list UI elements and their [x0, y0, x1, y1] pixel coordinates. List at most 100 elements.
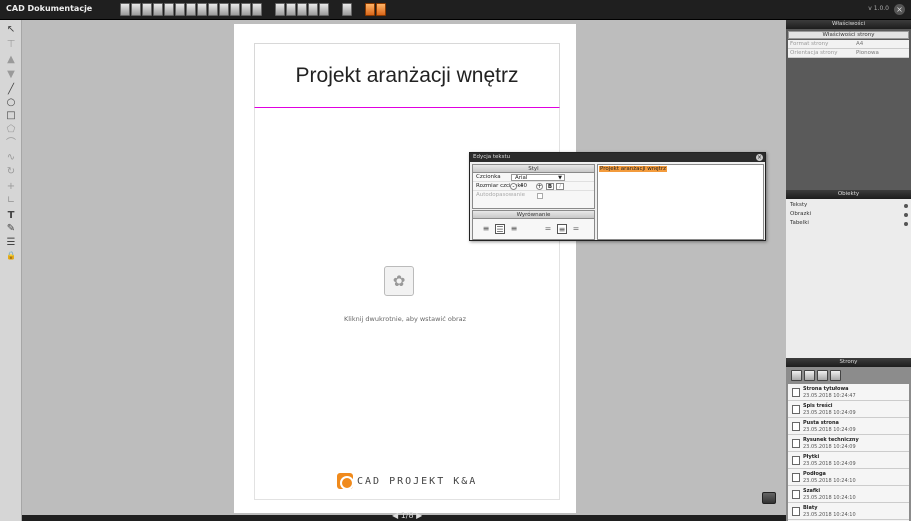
page-navigator[interactable]: ◀ 1/8 ▶: [392, 511, 422, 520]
list-item[interactable]: Pusta strona 23.05.2018 10:24:09: [788, 418, 909, 435]
font-select[interactable]: Arial ▼: [511, 174, 565, 181]
zoom-in-icon[interactable]: [275, 3, 285, 16]
valign-bottom-icon[interactable]: =: [571, 224, 581, 234]
layers-tool-icon[interactable]: ☰: [5, 237, 17, 249]
delete-page-icon[interactable]: [817, 370, 828, 381]
select-tool-icon[interactable]: ↖: [5, 24, 17, 36]
copy-icon[interactable]: [197, 3, 207, 16]
polygon-tool-icon[interactable]: ⬠: [5, 124, 17, 136]
size-decrease-button[interactable]: -: [510, 183, 517, 190]
prop-row-orientation[interactable]: Orientacja strony Pionowa: [788, 49, 909, 58]
zoom-out-icon[interactable]: [286, 3, 296, 16]
align-center-icon[interactable]: ☰: [495, 224, 505, 234]
image-placeholder-icon[interactable]: ✿: [384, 266, 414, 296]
add-page-icon[interactable]: [791, 370, 802, 381]
dimension-tool-icon[interactable]: ∟: [5, 195, 17, 207]
list-item[interactable]: Rysunek techniczny 23.05.2018 10:24:09: [788, 435, 909, 452]
circle-tool-icon[interactable]: ○: [5, 97, 17, 109]
brush-tool-icon[interactable]: ✎: [5, 223, 17, 235]
grid-icon[interactable]: [297, 3, 307, 16]
settings-icon[interactable]: [319, 3, 329, 16]
group-icon[interactable]: [230, 3, 240, 16]
page-name: Podłoga: [803, 471, 826, 477]
title-text-frame[interactable]: Projekt aranżacji wnętrz: [254, 43, 560, 108]
preview-icon[interactable]: [376, 3, 386, 16]
document-page[interactable]: Projekt aranżacji wnętrz ✿ Kliknij dwukr…: [234, 24, 576, 513]
page-date: 23.05.2018 10:24:47: [803, 393, 856, 399]
lock-tool-icon[interactable]: 🔒: [5, 250, 17, 262]
status-bar: ◀ 1/8 ▶: [22, 511, 786, 521]
italic-button[interactable]: I: [556, 183, 564, 190]
size-increase-button[interactable]: +: [536, 183, 543, 190]
open-icon[interactable]: [131, 3, 141, 16]
style-section: Styl Czcionka Arial ▼ Rozmiar czcionki -…: [472, 164, 595, 209]
ungroup-icon[interactable]: [241, 3, 251, 16]
list-item[interactable]: Podłoga 23.05.2018 10:24:10: [788, 469, 909, 486]
prop-value[interactable]: A4: [856, 40, 863, 49]
rotate-tool-icon[interactable]: ↻: [5, 166, 17, 178]
selected-text[interactable]: Projekt aranżacji wnętrz: [599, 166, 667, 172]
valign-top-icon[interactable]: =: [543, 224, 553, 234]
prop-value[interactable]: Pionowa: [856, 49, 879, 58]
page-icon: [792, 388, 800, 397]
autofit-checkbox[interactable]: [537, 193, 543, 199]
new-document-icon[interactable]: [120, 3, 130, 16]
arc-tool-icon[interactable]: ⌒: [5, 138, 17, 150]
move-up-tool-icon[interactable]: ▲: [5, 54, 17, 66]
dialog-settings: Styl Czcionka Arial ▼ Rozmiar czcionki -…: [472, 164, 595, 240]
curve-tool-icon[interactable]: ∿: [5, 152, 17, 164]
text-edit-area[interactable]: Projekt aranżacji wnętrz: [597, 164, 764, 240]
redo-icon[interactable]: [175, 3, 185, 16]
object-item-images[interactable]: Obrazki: [790, 211, 811, 217]
grid-toggle-icon[interactable]: [762, 492, 776, 504]
close-window-icon[interactable]: ×: [894, 4, 905, 15]
list-item[interactable]: Strona tytułowa 23.05.2018 10:24:47: [788, 384, 909, 401]
snap-icon[interactable]: [308, 3, 318, 16]
align-right-icon[interactable]: ≡: [509, 224, 519, 234]
visibility-icon[interactable]: [904, 222, 908, 226]
export-icon[interactable]: [342, 3, 352, 16]
page-date: 23.05.2018 10:24:10: [803, 512, 856, 518]
align-left-icon[interactable]: ≡: [481, 224, 491, 234]
size-value[interactable]: 40: [520, 182, 527, 191]
save-icon[interactable]: [142, 3, 152, 16]
list-item[interactable]: Szafki 23.05.2018 10:24:10: [788, 486, 909, 503]
line-tool-icon[interactable]: ╱: [5, 84, 17, 96]
page-settings-icon[interactable]: [830, 370, 841, 381]
bold-button[interactable]: B: [546, 183, 554, 190]
list-item[interactable]: Spis treści 23.05.2018 10:24:09: [788, 401, 909, 418]
crosshair-tool-icon[interactable]: +: [5, 181, 17, 193]
move-down-tool-icon[interactable]: ▼: [5, 69, 17, 81]
align-top-tool-icon[interactable]: ⊤: [5, 39, 17, 51]
paste-icon[interactable]: [208, 3, 218, 16]
text-tool-icon[interactable]: T: [5, 210, 17, 222]
page-icon: [792, 456, 800, 465]
undo-icon[interactable]: [164, 3, 174, 16]
duplicate-page-icon[interactable]: [804, 370, 815, 381]
properties-area: Właściwości strony Format strony A4 Orie…: [786, 29, 911, 190]
cut-icon[interactable]: [186, 3, 196, 16]
dialog-close-icon[interactable]: ×: [756, 154, 763, 161]
prop-key: Orientacja strony: [790, 50, 838, 56]
print-icon[interactable]: [153, 3, 163, 16]
page-icon: [792, 473, 800, 482]
visibility-icon[interactable]: [904, 213, 908, 217]
object-item-texts[interactable]: Teksty: [790, 202, 807, 208]
dialog-header[interactable]: Edycja tekstu ×: [470, 153, 765, 162]
rectangle-tool-icon[interactable]: □: [5, 110, 17, 122]
delete-icon[interactable]: [219, 3, 229, 16]
list-item[interactable]: Blaty 23.05.2018 10:24:10: [788, 503, 909, 520]
page-date: 23.05.2018 10:24:10: [803, 495, 856, 501]
visibility-icon[interactable]: [904, 204, 908, 208]
list-item[interactable]: Płytki 23.05.2018 10:24:09: [788, 452, 909, 469]
footer-brand: CAD PROJEKT K&A: [357, 476, 478, 487]
page-properties-subheader: Właściwości strony: [788, 31, 909, 39]
alignment-section-header: Wyrównanie: [473, 211, 594, 219]
object-item-tables[interactable]: Tabelki: [790, 220, 809, 226]
bring-front-icon[interactable]: [252, 3, 262, 16]
pdf-icon[interactable]: [365, 3, 375, 16]
page-title[interactable]: Projekt aranżacji wnętrz: [255, 64, 559, 88]
valign-middle-icon[interactable]: ≡: [557, 224, 567, 234]
prop-row-format[interactable]: Format strony A4: [788, 40, 909, 49]
text-edit-dialog: Edycja tekstu × Styl Czcionka Arial ▼ Ro…: [469, 152, 766, 241]
